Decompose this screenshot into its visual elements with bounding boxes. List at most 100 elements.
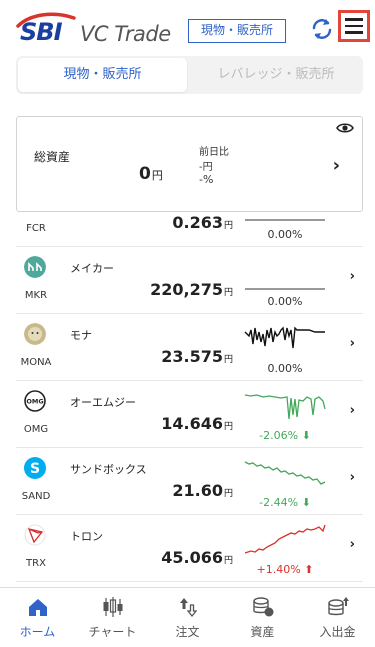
coin-price-value: 45.066 (161, 548, 223, 567)
coin-price-value: 21.60 (172, 481, 223, 500)
hamburger-menu-button[interactable] (338, 10, 370, 42)
coin-change: +1.40% ⬆ (243, 563, 327, 576)
eye-icon[interactable] (336, 122, 354, 134)
sparkline-chart (244, 394, 326, 420)
coin-name: モナ (70, 329, 92, 342)
coin-ticker: OMG (23, 424, 49, 435)
market-tabs: 現物・販売所 レバレッジ・販売所 (16, 56, 363, 94)
coin-ticker: MKR (24, 290, 48, 301)
coin-name: メイカー (70, 262, 114, 275)
logo-text: VC Trade (80, 22, 171, 46)
coin-change-value: -2.06% (259, 429, 299, 442)
nav-label: 入出金 (319, 625, 356, 639)
sparkline-chart (244, 326, 325, 349)
coin-price: 45.066円 (70, 548, 233, 567)
nav-home[interactable]: ホーム (0, 596, 75, 640)
coin-row-omg[interactable]: OMG OMG オーエムジー 14.646円 -2.06% ⬇ › (16, 381, 363, 448)
chevron-right-icon: › (349, 470, 355, 485)
coin-ticker: MONA (20, 357, 52, 368)
coin-price-value: 14.646 (161, 414, 223, 433)
chevron-right-icon: › (332, 155, 340, 176)
coin-list: FCR 0.263円 0.00% MKR メイカー 220,275円 0.00%… (0, 213, 375, 587)
coin-name: オーエムジー (70, 396, 136, 409)
coin-change: -2.44% ⬇ (243, 496, 327, 509)
coin-change: 0.00% (267, 295, 303, 308)
coin-change: -2.06% ⬇ (243, 429, 327, 442)
coin-price: 14.646円 (70, 414, 233, 433)
coin-price: 0.263円 (70, 213, 233, 232)
coin-price-unit: 円 (223, 221, 233, 231)
nav-label: チャート (88, 625, 137, 639)
refresh-icon[interactable] (309, 16, 335, 42)
coin-ticker: FCR (26, 223, 46, 234)
coin-price-unit: 円 (223, 288, 233, 298)
nav-label: 資産 (250, 625, 275, 639)
total-assets-unit: 円 (151, 169, 163, 182)
nav-label: ホーム (19, 625, 56, 639)
svg-text:OMG: OMG (26, 398, 43, 406)
tab-spot[interactable]: 現物・販売所 (18, 58, 187, 92)
omg-coin-icon: OMG (24, 390, 46, 412)
prev-day-percent: -% (199, 173, 214, 186)
sparkline-chart (244, 524, 326, 554)
total-assets-card[interactable]: 総資産 0円 前日比 -円 -% › (16, 116, 363, 212)
nav-deposit-withdraw[interactable]: 入出金 (300, 596, 375, 640)
menu-line (345, 18, 363, 21)
sparkline-chart (244, 461, 326, 485)
prev-day-label: 前日比 (199, 147, 229, 158)
coin-row-fcr[interactable]: FCR 0.263円 0.00% (16, 213, 363, 247)
coin-row-mkr[interactable]: MKR メイカー 220,275円 0.00% › (16, 247, 363, 314)
sparkline-chart (245, 288, 325, 290)
chevron-right-icon: › (349, 336, 355, 351)
candlestick-icon (103, 597, 122, 617)
coin-ticker: TRX (26, 558, 46, 569)
nav-assets[interactable]: 資産 (225, 596, 300, 640)
arrow-down-icon: ⬇ (301, 496, 311, 509)
coin-price-value: 220,275 (150, 280, 223, 299)
nav-chart[interactable]: チャート (75, 596, 150, 640)
total-assets-value: 0円 (139, 164, 163, 184)
nav-label: 注文 (175, 625, 200, 639)
prev-day-yen: -円 (199, 162, 213, 173)
coin-row-mona[interactable]: MONA モナ 23.575円 0.00% › (16, 314, 363, 381)
order-icon (179, 598, 197, 618)
total-assets-label: 総資産 (34, 150, 71, 164)
coin-price-unit: 円 (223, 422, 233, 432)
coins-icon (252, 597, 273, 617)
tab-leverage[interactable]: レバレッジ・販売所 (191, 58, 361, 92)
coin-price: 220,275円 (70, 280, 233, 299)
home-icon (28, 599, 47, 616)
app-header: SBI VC Trade 現物・販売所 (0, 0, 375, 52)
sbi-vc-trade-logo: SBI VC Trade (16, 12, 176, 46)
bottom-navigation: ホーム チャート 注文 資産 入出金 (0, 587, 375, 647)
sparkline-chart (245, 219, 325, 221)
coin-row-trx[interactable]: TRX トロン 45.066円 +1.40% ⬆ › (16, 515, 363, 582)
svg-text:S: S (30, 461, 40, 477)
coin-name: サンドボックス (70, 463, 147, 476)
chevron-right-icon: › (349, 269, 355, 284)
coin-price-value: 0.263 (172, 213, 223, 232)
coin-change: 0.00% (267, 228, 303, 241)
chevron-right-icon: › (349, 403, 355, 418)
menu-line (345, 24, 363, 28)
coin-price-unit: 円 (223, 355, 233, 365)
coin-name: トロン (70, 530, 103, 543)
logo-brand: SBI (20, 18, 63, 46)
monacoin-icon (24, 323, 46, 345)
arrow-up-icon: ⬆ (304, 563, 314, 576)
nav-order[interactable]: 注文 (150, 596, 225, 640)
total-assets-amount: 0 (139, 164, 151, 184)
coin-row-sand[interactable]: S SAND サンドボックス 21.60円 -2.44% ⬇ › (16, 448, 363, 515)
coin-change: 0.00% (267, 362, 303, 375)
coin-change-value: -2.44% (259, 496, 299, 509)
coin-change-value: +1.40% (256, 563, 301, 576)
arrow-down-icon: ⬇ (301, 429, 311, 442)
tron-coin-icon (24, 524, 46, 546)
coin-price: 21.60円 (70, 481, 233, 500)
chevron-right-icon: › (349, 537, 355, 552)
maker-coin-icon (24, 256, 46, 278)
deposit-icon (327, 597, 349, 616)
coin-price-value: 23.575 (161, 347, 223, 366)
coin-price: 23.575円 (70, 347, 233, 366)
mode-badge: 現物・販売所 (188, 19, 286, 43)
